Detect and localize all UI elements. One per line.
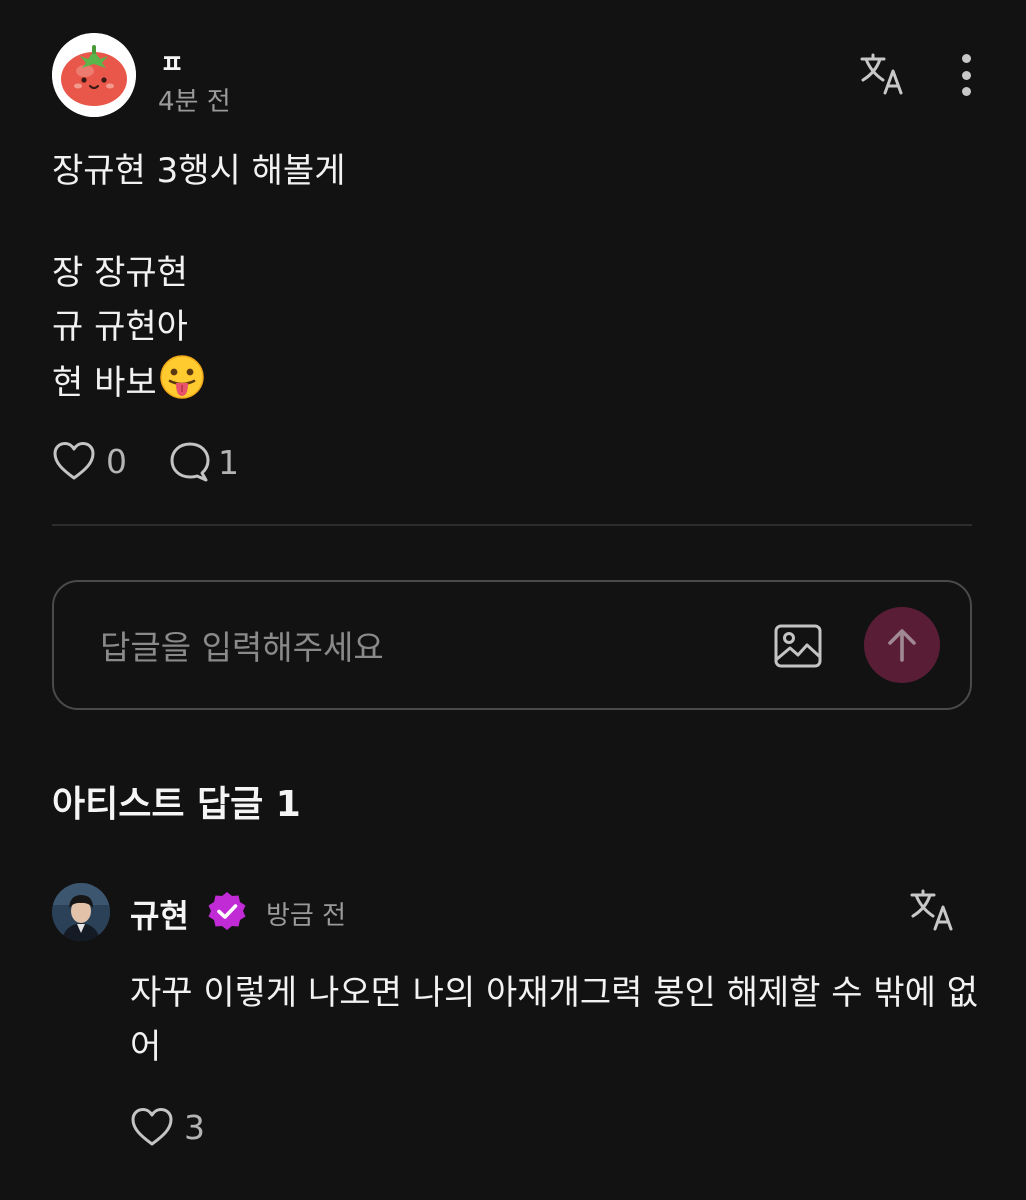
translate-button[interactable] xyxy=(908,886,956,934)
reply-like-count: 3 xyxy=(184,1107,205,1147)
reply-composer xyxy=(52,580,972,710)
comment-bubble-icon xyxy=(170,442,210,482)
tomato-avatar-icon xyxy=(52,33,136,117)
artist-photo xyxy=(52,883,110,941)
more-vertical-icon-dot xyxy=(961,87,971,96)
section-title: 아티스트 답글 1 xyxy=(52,784,301,825)
comment-count: 1 xyxy=(218,442,239,482)
author-avatar[interactable] xyxy=(52,33,136,117)
send-button[interactable] xyxy=(864,607,940,683)
post-line: 장규현 3행시 해볼게 xyxy=(52,151,346,191)
translate-button[interactable] xyxy=(858,50,906,98)
more-vertical-icon-dot xyxy=(961,70,971,80)
more-options-button[interactable] xyxy=(946,50,986,100)
divider xyxy=(52,524,972,526)
post-content: 장규현 3행시 해볼게 장 장규현 규 규현아 현 바보 xyxy=(52,144,972,408)
post-timestamp: 4분 전 xyxy=(158,87,231,117)
image-icon xyxy=(774,624,822,668)
attach-image-button[interactable] xyxy=(770,618,826,674)
post-line: 장 장규현 xyxy=(52,253,188,293)
translate-icon xyxy=(860,53,903,95)
reply-like-button[interactable]: 3 xyxy=(130,1106,205,1148)
comment-button[interactable]: 1 xyxy=(168,440,239,484)
arrow-up-icon xyxy=(888,629,916,662)
verified-badge-icon xyxy=(206,890,248,932)
more-vertical-icon-dot xyxy=(961,54,971,63)
reply-timestamp: 방금 전 xyxy=(266,901,347,931)
reply-input[interactable] xyxy=(98,618,752,676)
author-name[interactable]: ㅍ xyxy=(160,44,184,81)
post-line: 규 규현아 xyxy=(52,307,188,347)
artist-name[interactable]: 규현 xyxy=(130,891,189,937)
translate-icon xyxy=(910,889,953,931)
post-line: 현 바보 xyxy=(52,363,157,403)
reply-text: 자꾸 이렇게 나오면 나의 아재개그력 봉인 해제할 수 밖에 없어 xyxy=(130,973,978,1067)
heart-icon xyxy=(131,1108,173,1146)
tongue-out-emoji-icon xyxy=(159,354,205,416)
artist-avatar[interactable] xyxy=(52,883,110,941)
like-button[interactable]: 0 xyxy=(52,440,127,482)
heart-icon xyxy=(53,442,95,480)
post-line-with-emoji: 현 바보 xyxy=(52,354,972,408)
like-count: 0 xyxy=(106,441,127,481)
